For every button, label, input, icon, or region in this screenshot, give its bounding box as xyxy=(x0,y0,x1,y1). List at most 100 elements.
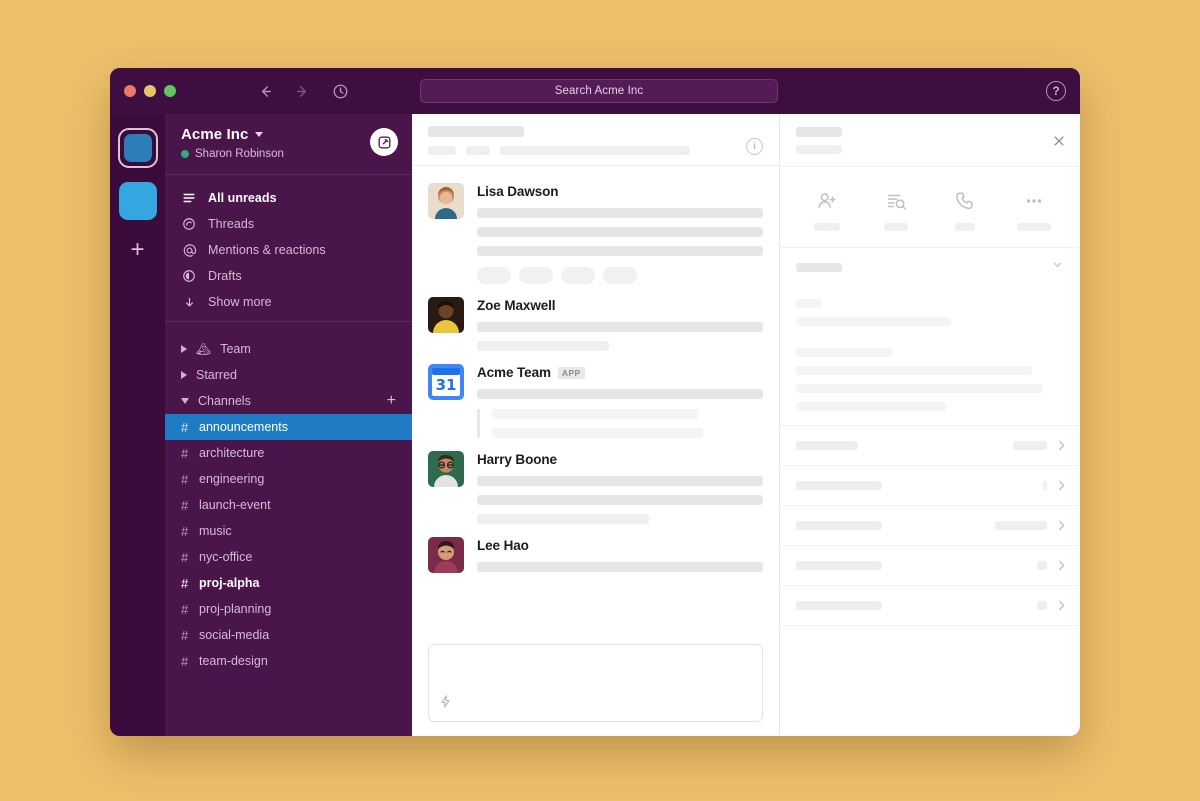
message-author[interactable]: Lisa Dawson xyxy=(477,184,763,199)
message-body: Lee Hao xyxy=(477,537,763,573)
message-text-placeholder xyxy=(477,389,763,399)
reaction-list xyxy=(477,267,763,284)
section-starred[interactable]: Starred xyxy=(165,362,412,388)
reaction-chip[interactable] xyxy=(519,267,553,284)
slack-window: Search Acme Inc ? + Acme Inc Sharon Robi… xyxy=(110,68,1080,736)
row-value-placeholder xyxy=(995,521,1047,530)
message-pane: i Lisa Dawson Zoe Maxwell 31 Acme Team A… xyxy=(412,114,780,736)
avatar-lisa-dawson[interactable] xyxy=(428,183,464,219)
panel-section-label-placeholder xyxy=(796,262,842,272)
list-item[interactable] xyxy=(780,466,1080,506)
channel-label: launch-event xyxy=(199,498,271,512)
panel-text-placeholder xyxy=(796,366,1032,375)
lightning-bolt-icon[interactable] xyxy=(438,694,453,714)
add-channel-button[interactable]: + xyxy=(387,393,396,409)
list-item[interactable] xyxy=(780,546,1080,586)
panel-section-toggle[interactable] xyxy=(780,247,1080,286)
compose-icon[interactable] xyxy=(370,128,398,156)
hash-icon: # xyxy=(181,523,189,539)
row-label-placeholder xyxy=(796,561,882,570)
channel-topic-placeholder[interactable] xyxy=(500,146,690,155)
sidebar-channel-engineering[interactable]: # engineering xyxy=(165,466,412,492)
window-controls xyxy=(110,85,176,97)
hash-icon: # xyxy=(181,549,189,565)
panel-action-label xyxy=(813,223,840,231)
sidebar-channel-launch-event[interactable]: # launch-event xyxy=(165,492,412,518)
panel-action-row xyxy=(780,167,1080,247)
panel-action-more[interactable] xyxy=(1006,189,1062,231)
message-composer[interactable] xyxy=(428,644,763,722)
section-team[interactable]: 🏔 Team xyxy=(165,336,412,362)
sidebar-item-all-unreads[interactable]: All unreads xyxy=(165,185,412,211)
panel-action-add-person[interactable] xyxy=(799,189,855,231)
row-value-placeholder xyxy=(1043,481,1047,490)
mountain-emoji-icon: 🏔 xyxy=(196,342,212,356)
sidebar-item-mentions[interactable]: Mentions & reactions xyxy=(165,237,412,263)
reaction-chip[interactable] xyxy=(477,267,511,284)
hash-icon: # xyxy=(181,497,189,513)
channel-meta-item[interactable] xyxy=(428,146,456,155)
details-panel xyxy=(780,114,1080,736)
sidebar-item-label: Mentions & reactions xyxy=(208,243,326,257)
clock-icon[interactable] xyxy=(332,83,349,100)
close-window-button[interactable] xyxy=(124,85,136,97)
list-item[interactable] xyxy=(780,586,1080,626)
author-name: Lisa Dawson xyxy=(477,184,559,199)
sidebar-channel-music[interactable]: # music xyxy=(165,518,412,544)
workspace-name-row[interactable]: Acme Inc xyxy=(181,126,284,143)
workspace-secondary[interactable] xyxy=(118,182,157,220)
panel-action-label xyxy=(1016,223,1051,231)
question-mark-icon[interactable]: ? xyxy=(1046,81,1066,101)
list-item[interactable] xyxy=(780,506,1080,546)
reaction-chip[interactable] xyxy=(603,267,637,284)
reaction-chip[interactable] xyxy=(561,267,595,284)
sidebar-item-show-more[interactable]: Show more xyxy=(165,289,412,315)
sidebar-channel-architecture[interactable]: # architecture xyxy=(165,440,412,466)
section-label: Starred xyxy=(196,368,237,382)
more-horizontal-icon xyxy=(1023,189,1045,213)
workspace-acme[interactable] xyxy=(117,128,158,168)
channel-label: proj-alpha xyxy=(199,576,260,590)
sidebar-channel-social-media[interactable]: # social-media xyxy=(165,622,412,648)
message-author[interactable]: Zoe Maxwell xyxy=(477,298,763,313)
arrow-right-icon[interactable] xyxy=(295,84,310,99)
workspace-identity[interactable]: Acme Inc Sharon Robinson xyxy=(181,126,284,160)
sidebar-item-threads[interactable]: Threads xyxy=(165,211,412,237)
sidebar-item-drafts[interactable]: Drafts xyxy=(165,263,412,289)
search-input[interactable]: Search Acme Inc xyxy=(420,79,778,103)
close-icon[interactable] xyxy=(1052,134,1066,148)
message-author[interactable]: Lee Hao xyxy=(477,538,763,553)
sidebar-channel-proj-alpha[interactable]: # proj-alpha xyxy=(165,570,412,596)
panel-text-placeholder xyxy=(796,348,893,357)
message-text-placeholder xyxy=(477,246,763,256)
panel-action-call[interactable] xyxy=(937,189,993,231)
channel-label: announcements xyxy=(199,420,288,434)
minimize-window-button[interactable] xyxy=(144,85,156,97)
sidebar-channel-announcements[interactable]: # announcements xyxy=(165,414,412,440)
workspace-rail: + xyxy=(110,114,165,736)
avatar-lee-hao[interactable] xyxy=(428,537,464,573)
author-name: Acme Team xyxy=(477,365,551,380)
panel-action-files[interactable] xyxy=(868,189,924,231)
panel-text-placeholder xyxy=(796,299,822,308)
avatar-harry-boone[interactable] xyxy=(428,451,464,487)
info-icon[interactable]: i xyxy=(746,138,763,155)
current-user[interactable]: Sharon Robinson xyxy=(181,148,284,160)
sidebar-channel-team-design[interactable]: # team-design xyxy=(165,648,412,674)
message-author[interactable]: Harry Boone xyxy=(477,452,763,467)
list-item[interactable] xyxy=(780,426,1080,466)
arrow-left-icon[interactable] xyxy=(258,84,273,99)
sidebar-channel-proj-planning[interactable]: # proj-planning xyxy=(165,596,412,622)
avatar-acme-team-calendar[interactable]: 31 xyxy=(428,364,464,400)
channel-meta-item[interactable] xyxy=(466,146,490,155)
workspace-name: Acme Inc xyxy=(181,126,249,143)
section-channels[interactable]: Channels + xyxy=(165,388,412,414)
zoom-window-button[interactable] xyxy=(164,85,176,97)
sidebar-nav: All unreads Threads Mentions & reactions xyxy=(165,175,412,322)
sidebar-channel-nyc-office[interactable]: # nyc-office xyxy=(165,544,412,570)
avatar-zoe-maxwell[interactable] xyxy=(428,297,464,333)
row-label-placeholder xyxy=(796,441,858,450)
message-author[interactable]: Acme Team APP xyxy=(477,365,763,380)
chevron-down-icon xyxy=(181,398,189,404)
add-workspace-button[interactable]: + xyxy=(130,238,144,262)
